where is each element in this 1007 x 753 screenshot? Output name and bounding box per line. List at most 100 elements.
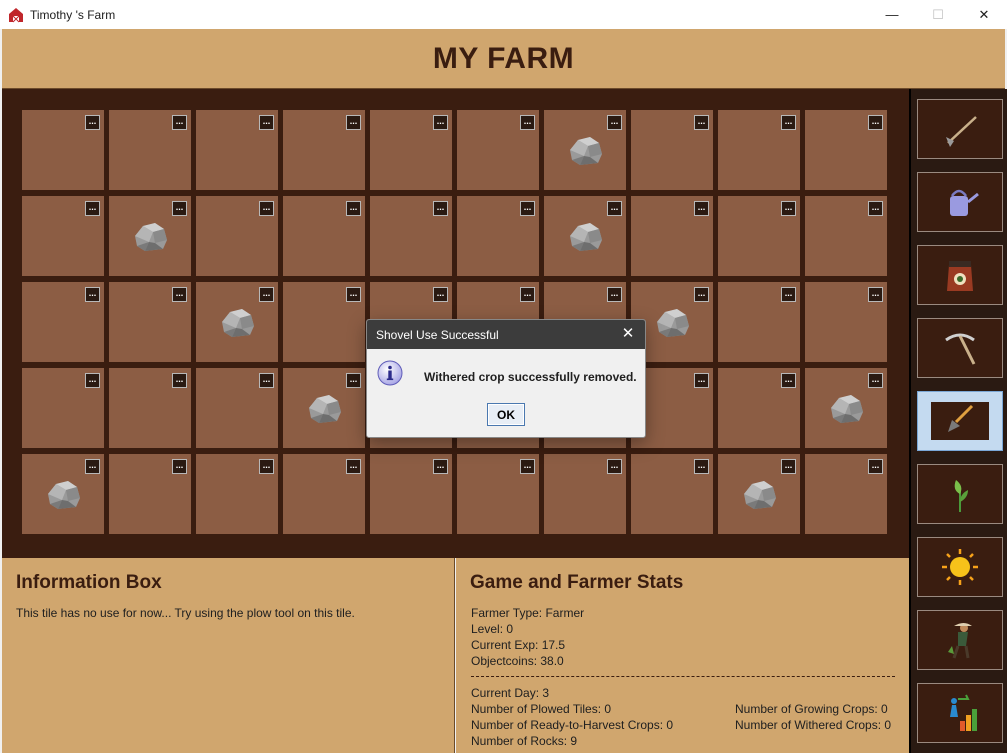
- fertilizer-tool-button[interactable]: [917, 245, 1003, 305]
- farm-tile[interactable]: ...: [718, 282, 800, 362]
- farm-tile[interactable]: ...: [718, 454, 800, 534]
- maximize-button[interactable]: ☐: [915, 0, 961, 29]
- farm-tile[interactable]: ...: [283, 454, 365, 534]
- tile-menu-button[interactable]: ...: [259, 287, 274, 302]
- tile-menu-button[interactable]: ...: [781, 459, 796, 474]
- farm-tile[interactable]: ...: [283, 282, 365, 362]
- tile-menu-button[interactable]: ...: [868, 201, 883, 216]
- tile-menu-button[interactable]: ...: [781, 287, 796, 302]
- farm-tile[interactable]: ...: [805, 454, 887, 534]
- tile-menu-button[interactable]: ...: [694, 459, 709, 474]
- farm-tile[interactable]: ...: [631, 454, 713, 534]
- tile-menu-button[interactable]: ...: [172, 459, 187, 474]
- tile-menu-button[interactable]: ...: [781, 115, 796, 130]
- farm-tile[interactable]: ...: [22, 368, 104, 448]
- plant-seed-tool-button[interactable]: [917, 464, 1003, 524]
- tile-menu-button[interactable]: ...: [172, 201, 187, 216]
- tile-menu-button[interactable]: ...: [346, 115, 361, 130]
- tile-menu-button[interactable]: ...: [346, 459, 361, 474]
- plow-tool-button[interactable]: [917, 99, 1003, 159]
- tile-menu-button[interactable]: ...: [520, 201, 535, 216]
- tile-menu-button[interactable]: ...: [781, 373, 796, 388]
- farm-tile[interactable]: ...: [22, 282, 104, 362]
- farm-tile[interactable]: ...: [544, 196, 626, 276]
- farm-tile[interactable]: ...: [22, 454, 104, 534]
- tile-menu-button[interactable]: ...: [520, 459, 535, 474]
- tile-menu-button[interactable]: ...: [346, 287, 361, 302]
- shovel-tool-button[interactable]: [917, 391, 1003, 451]
- farm-tile[interactable]: ...: [283, 368, 365, 448]
- farm-tile[interactable]: ...: [805, 196, 887, 276]
- farm-tile[interactable]: ...: [718, 110, 800, 190]
- tile-menu-button[interactable]: ...: [259, 459, 274, 474]
- tile-menu-button[interactable]: ...: [172, 373, 187, 388]
- dialog-close-button[interactable]: ✕: [619, 325, 637, 343]
- tile-menu-button[interactable]: ...: [85, 287, 100, 302]
- close-button[interactable]: ✕: [961, 0, 1007, 29]
- farm-tile[interactable]: ...: [457, 196, 539, 276]
- farm-tile[interactable]: ...: [196, 454, 278, 534]
- farm-tile[interactable]: ...: [457, 454, 539, 534]
- farm-tile[interactable]: ...: [631, 110, 713, 190]
- farm-tile[interactable]: ...: [109, 454, 191, 534]
- tile-menu-button[interactable]: ...: [259, 115, 274, 130]
- tile-menu-button[interactable]: ...: [172, 115, 187, 130]
- tile-menu-button[interactable]: ...: [607, 201, 622, 216]
- tile-menu-button[interactable]: ...: [85, 201, 100, 216]
- farm-tile[interactable]: ...: [109, 282, 191, 362]
- tile-menu-button[interactable]: ...: [433, 115, 448, 130]
- watering-can-tool-button[interactable]: [917, 172, 1003, 232]
- tile-menu-button[interactable]: ...: [85, 459, 100, 474]
- ok-button[interactable]: OK: [487, 403, 525, 426]
- advance-day-tool-button[interactable]: [917, 537, 1003, 597]
- tile-menu-button[interactable]: ...: [607, 287, 622, 302]
- tile-menu-button[interactable]: ...: [85, 115, 100, 130]
- tile-menu-button[interactable]: ...: [346, 373, 361, 388]
- farm-tile[interactable]: ...: [805, 110, 887, 190]
- farm-tile[interactable]: ...: [805, 368, 887, 448]
- farm-tile[interactable]: ...: [22, 196, 104, 276]
- tile-menu-button[interactable]: ...: [694, 201, 709, 216]
- farm-tile[interactable]: ...: [370, 196, 452, 276]
- pickaxe-tool-button[interactable]: [917, 318, 1003, 378]
- tile-menu-button[interactable]: ...: [433, 287, 448, 302]
- minimize-button[interactable]: —: [869, 0, 915, 29]
- tile-menu-button[interactable]: ...: [433, 459, 448, 474]
- farm-tile[interactable]: ...: [544, 110, 626, 190]
- farm-tile[interactable]: ...: [22, 110, 104, 190]
- farm-tile[interactable]: ...: [283, 196, 365, 276]
- farm-tile[interactable]: ...: [631, 196, 713, 276]
- tile-menu-button[interactable]: ...: [259, 201, 274, 216]
- farm-tile[interactable]: ...: [109, 368, 191, 448]
- tile-menu-button[interactable]: ...: [694, 115, 709, 130]
- tile-menu-button[interactable]: ...: [694, 287, 709, 302]
- farm-tile[interactable]: ...: [196, 368, 278, 448]
- tile-menu-button[interactable]: ...: [172, 287, 187, 302]
- tile-menu-button[interactable]: ...: [433, 201, 448, 216]
- tile-menu-button[interactable]: ...: [520, 115, 535, 130]
- tile-menu-button[interactable]: ...: [346, 201, 361, 216]
- farm-tile[interactable]: ...: [196, 196, 278, 276]
- farm-tile[interactable]: ...: [718, 368, 800, 448]
- farm-tile[interactable]: ...: [196, 282, 278, 362]
- farm-tile[interactable]: ...: [805, 282, 887, 362]
- tile-menu-button[interactable]: ...: [868, 115, 883, 130]
- farm-tile[interactable]: ...: [196, 110, 278, 190]
- tile-menu-button[interactable]: ...: [868, 287, 883, 302]
- tile-menu-button[interactable]: ...: [85, 373, 100, 388]
- farm-tile[interactable]: ...: [718, 196, 800, 276]
- tile-menu-button[interactable]: ...: [868, 373, 883, 388]
- farm-tile[interactable]: ...: [109, 110, 191, 190]
- tile-menu-button[interactable]: ...: [694, 373, 709, 388]
- harvest-tool-button[interactable]: [917, 610, 1003, 670]
- farm-tile[interactable]: ...: [457, 110, 539, 190]
- farm-tile[interactable]: ...: [109, 196, 191, 276]
- tile-menu-button[interactable]: ...: [868, 459, 883, 474]
- tile-menu-button[interactable]: ...: [781, 201, 796, 216]
- tile-menu-button[interactable]: ...: [520, 287, 535, 302]
- tile-menu-button[interactable]: ...: [259, 373, 274, 388]
- register-tool-button[interactable]: [917, 683, 1003, 743]
- farm-tile[interactable]: ...: [370, 454, 452, 534]
- farm-tile[interactable]: ...: [544, 454, 626, 534]
- farm-tile[interactable]: ...: [370, 110, 452, 190]
